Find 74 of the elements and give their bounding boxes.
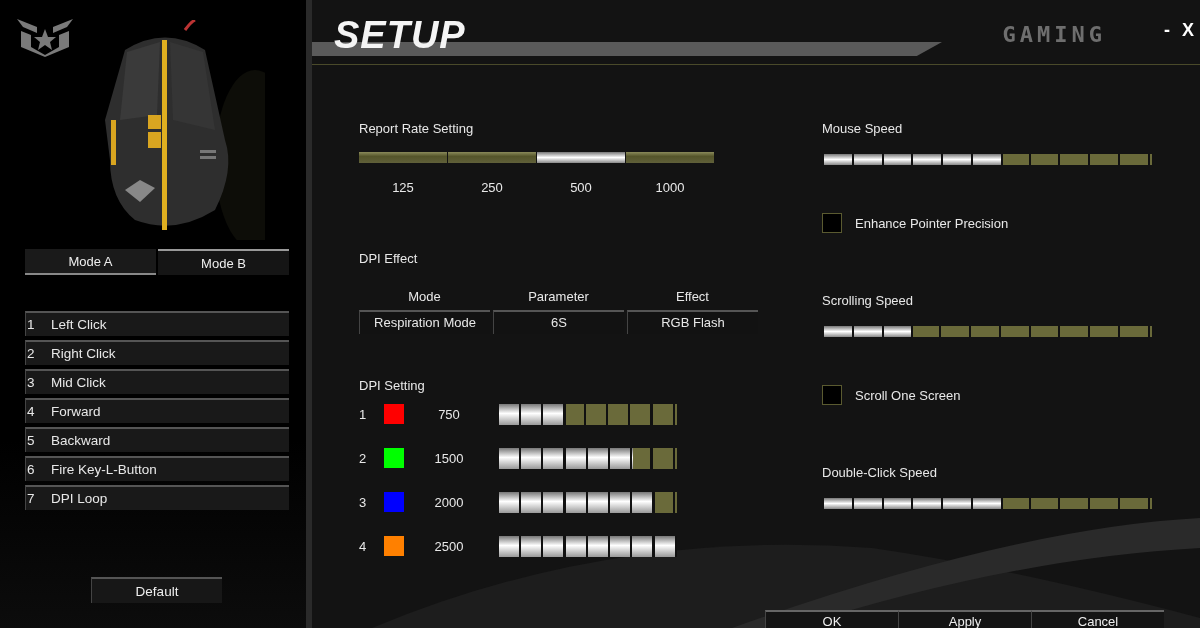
button-number: 3 [26,375,36,390]
button-assignment-item[interactable]: 6 Fire Key-L-Button [25,456,289,481]
button-number: 7 [26,491,36,506]
dialog-button[interactable]: OK [765,610,898,628]
button-assignment-item[interactable]: 3 Mid Click [25,369,289,394]
effect-field[interactable]: Respiration Mode [359,310,490,334]
speed-slider[interactable] [822,324,1154,339]
emblem-icon [17,17,73,57]
speed-slider[interactable] [822,496,1154,511]
column-header: Mode [407,289,442,304]
button-action: Right Click [51,346,116,361]
button-action: Fire Key-L-Button [51,462,157,477]
button-number: 5 [26,433,36,448]
section-label: DPI Setting [359,378,425,393]
window-title: SETUP [334,14,466,57]
checkbox-label: Enhance Pointer Precision [855,215,1009,231]
rate-option[interactable] [537,152,625,163]
default-button[interactable]: Default [91,577,222,603]
button-number: 4 [26,404,36,419]
rate-label: 125 [392,180,414,195]
color-swatch[interactable] [384,536,404,556]
section-label: Scrolling Speed [822,293,915,308]
button-number: 2 [26,346,36,361]
checkbox[interactable] [822,385,842,405]
rate-option[interactable] [626,152,714,163]
mode-tab[interactable]: Mode A [25,249,156,275]
dpi-number: 3 [359,494,368,510]
button-action: Backward [51,433,111,448]
button-number: 6 [26,462,36,477]
column-header: Effect [675,289,710,304]
color-swatch[interactable] [384,492,404,512]
dpi-number: 4 [359,538,368,554]
dpi-value: 750 [437,406,461,422]
brand-text: GAMING [1002,22,1106,47]
dpi-number: 1 [359,406,368,422]
button-action: Forward [51,404,101,419]
button-assignment-item[interactable]: 5 Backward [25,427,289,452]
rate-option[interactable] [359,152,447,163]
mode-tab[interactable]: Mode B [158,249,289,275]
button-action: Mid Click [51,375,106,390]
speed-slider[interactable] [822,152,1154,167]
dpi-value: 2000 [433,494,465,510]
effect-field[interactable]: 6S [493,310,624,334]
dpi-value: 2500 [433,538,465,554]
column-header: Parameter [527,289,590,304]
close-button[interactable]: X [1176,20,1200,41]
rate-label: 250 [481,180,503,195]
section-label: Report Rate Setting [359,121,474,136]
dialog-button[interactable]: Cancel [1031,610,1164,628]
checkbox-label: Scroll One Screen [855,387,961,403]
button-assignment-item[interactable]: 2 Right Click [25,340,289,365]
button-action: Left Click [51,317,107,332]
rate-label: 500 [570,180,592,195]
button-action: DPI Loop [51,491,108,506]
minimize-button[interactable]: - [1158,20,1176,41]
button-assignment-item[interactable]: 4 Forward [25,398,289,423]
color-swatch[interactable] [384,404,404,424]
effect-field[interactable]: RGB Flash [627,310,758,334]
dpi-number: 2 [359,450,368,466]
dialog-button[interactable]: Apply [898,610,1031,628]
button-assignment-item[interactable]: 1 Left Click [25,311,289,336]
color-swatch[interactable] [384,448,404,468]
dpi-slider[interactable] [497,401,679,427]
button-assignment-item[interactable]: 7 DPI Loop [25,485,289,510]
checkbox[interactable] [822,213,842,233]
dpi-slider[interactable] [497,445,679,471]
button-number: 1 [26,317,36,332]
section-label: Double-Click Speed [822,465,938,480]
section-label: DPI Effect [359,251,418,266]
rate-label: 1000 [655,180,685,195]
dpi-value: 1500 [433,450,465,466]
section-label: Mouse Speed [822,121,904,136]
rate-option[interactable] [448,152,536,163]
dpi-slider[interactable] [497,489,679,515]
